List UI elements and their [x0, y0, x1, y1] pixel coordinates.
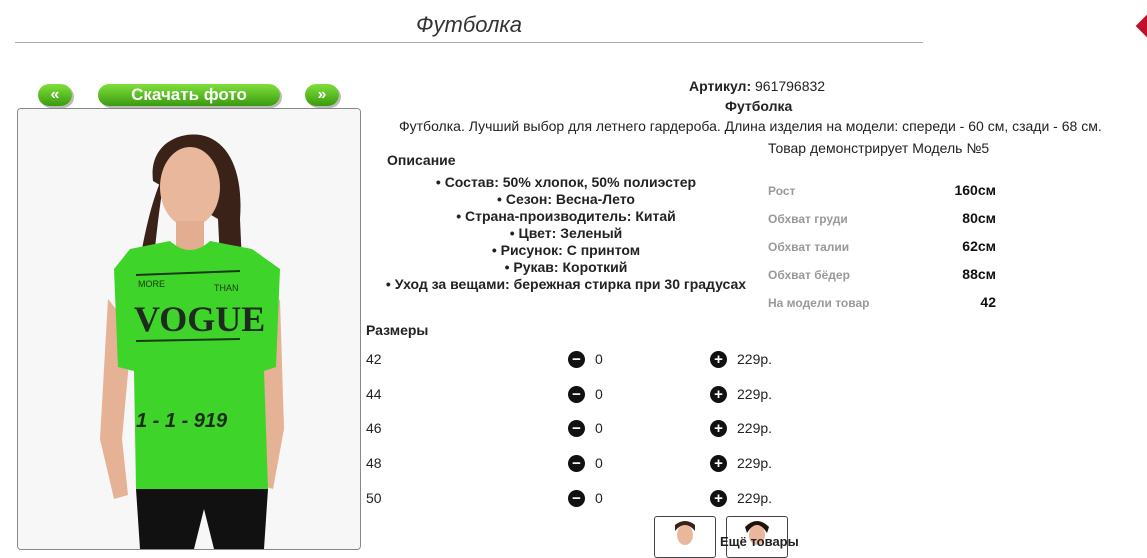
size-row: 50 − 0 + 229р. [366, 488, 816, 510]
model-param-value: 42 [980, 294, 996, 310]
size-label: 46 [366, 420, 382, 436]
quantity-value: 0 [595, 420, 603, 436]
page-title: Футболка [416, 12, 522, 37]
model-param-value: 62см [962, 238, 996, 254]
prev-photo-button[interactable]: « [38, 84, 72, 106]
article-value: 961796832 [755, 78, 826, 94]
product-name: Футболка [725, 98, 793, 114]
product-summary: Футболка. Лучший выбор для летнего гарде… [399, 118, 1102, 134]
model-param-label: Обхват бёдер [768, 268, 850, 282]
feature-item: Состав: 50% хлопок, 50% полиэстер [366, 174, 766, 191]
increase-quantity-button[interactable]: + [710, 455, 727, 472]
quantity-value: 0 [595, 455, 603, 471]
model-param-value: 80см [962, 210, 996, 226]
size-row: 48 − 0 + 229р. [366, 453, 816, 475]
size-label: 44 [366, 386, 382, 402]
product-photo-image: MORE THAN VOGUE 1 - 1 - 919 [18, 109, 360, 549]
title-divider [15, 42, 923, 43]
model-param-value: 160см [954, 182, 996, 198]
related-product-thumbnail[interactable] [654, 516, 716, 558]
sizes-heading: Размеры [366, 322, 429, 338]
model-param-row: Обхват груди 80см [768, 210, 996, 230]
size-row: 42 − 0 + 229р. [366, 349, 816, 371]
shirt-print-number: 1 - 1 - 919 [136, 410, 228, 432]
price-value: 229р. [737, 455, 773, 471]
quantity-value: 0 [595, 386, 603, 402]
quantity-value: 0 [595, 490, 603, 506]
model-param-row: Обхват бёдер 88см [768, 266, 996, 286]
increase-quantity-button[interactable]: + [710, 351, 727, 368]
description-heading: Описание [387, 152, 456, 168]
next-photo-button[interactable]: » [305, 84, 339, 106]
model-param-row: Обхват талии 62см [768, 238, 996, 258]
increase-quantity-button[interactable]: + [710, 490, 727, 507]
price-value: 229р. [737, 351, 773, 367]
shirt-print-more: MORE [138, 279, 165, 289]
feature-item: Цвет: Зеленый [366, 225, 766, 242]
model-param-label: Обхват груди [768, 212, 848, 226]
decrease-quantity-button[interactable]: − [568, 455, 585, 472]
size-row: 46 − 0 + 229р. [366, 418, 816, 440]
model-param-value: 88см [962, 266, 996, 282]
size-label: 42 [366, 351, 382, 367]
size-label: 50 [366, 490, 382, 506]
increase-quantity-button[interactable]: + [710, 420, 727, 437]
size-row: 44 − 0 + 229р. [366, 384, 816, 406]
related-products-heading: Ещё товары [720, 534, 799, 549]
model-title: Товар демонстрирует Модель №5 [768, 140, 990, 156]
decrease-quantity-button[interactable]: − [568, 351, 585, 368]
model-param-row: Рост 160см [768, 182, 996, 202]
decrease-quantity-button[interactable]: − [568, 490, 585, 507]
shirt-print-vogue: VOGUE [134, 299, 265, 339]
article-line: Артикул: 961796832 [689, 78, 825, 94]
size-label: 48 [366, 455, 382, 471]
feature-item: Уход за вещами: бережная стирка при 30 г… [366, 276, 766, 293]
decrease-quantity-button[interactable]: − [568, 386, 585, 403]
price-value: 229р. [737, 490, 773, 506]
model-param-row: На модели товар 42 [768, 294, 996, 314]
price-value: 229р. [737, 386, 773, 402]
quantity-value: 0 [595, 351, 603, 367]
decrease-quantity-button[interactable]: − [568, 420, 585, 437]
download-photo-button[interactable]: Скачать фото [98, 84, 280, 106]
feature-item: Рисунок: С принтом [366, 242, 766, 259]
product-photo[interactable]: MORE THAN VOGUE 1 - 1 - 919 [17, 108, 361, 550]
shirt-print-than: THAN [214, 283, 239, 293]
article-label: Артикул: [689, 78, 752, 94]
corner-decoration [1135, 14, 1147, 38]
feature-list: Состав: 50% хлопок, 50% полиэстер Сезон:… [366, 174, 766, 293]
model-param-label: Обхват талии [768, 240, 850, 254]
model-param-label: Рост [768, 184, 796, 198]
model-param-label: На модели товар [768, 296, 870, 310]
thumbnail-image [675, 521, 695, 545]
increase-quantity-button[interactable]: + [710, 386, 727, 403]
feature-item: Сезон: Весна-Лето [366, 191, 766, 208]
price-value: 229р. [737, 420, 773, 436]
feature-item: Рукав: Короткий [366, 259, 766, 276]
feature-item: Страна-производитель: Китай [366, 208, 766, 225]
